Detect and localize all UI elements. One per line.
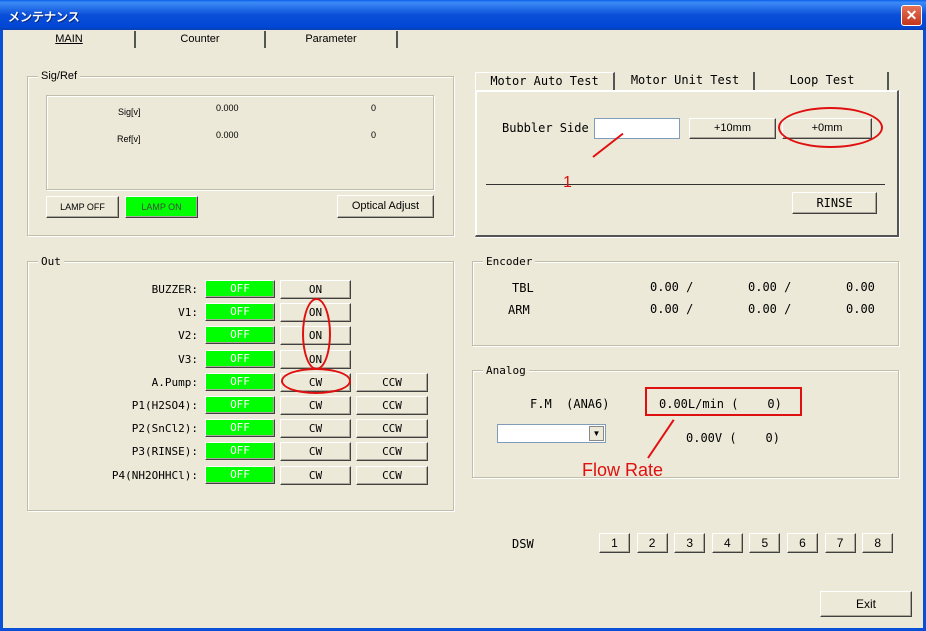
fm-label: F.M (ANA6) [530, 397, 610, 411]
tbl-value-2: 0.00 / [748, 280, 792, 294]
tab-loop-test[interactable]: Loop Test [757, 72, 889, 90]
tab-counter[interactable]: Counter [136, 31, 266, 48]
arm-value-2: 0.00 / [748, 302, 792, 316]
tbl-value-3: 0.00 [846, 280, 875, 294]
analog-select[interactable]: ▼ [497, 424, 606, 443]
out-state-button[interactable]: OFF [205, 326, 275, 344]
out-action-button-2[interactable]: CCW [356, 466, 428, 485]
sig-value: 0.000 [216, 103, 239, 113]
out-action-button-1[interactable]: CW [280, 466, 351, 485]
title-bar: メンテナンス ✕ [0, 0, 926, 30]
out-row-label: P4(NH2OHHCl): [111, 469, 198, 482]
dsw-label: DSW [512, 537, 534, 551]
tab-main-label: MAIN [55, 33, 83, 45]
dsw-button-2[interactable]: 2 [636, 533, 668, 553]
annotation-ellipse-plus0mm [778, 107, 883, 148]
out-row-label: P2(SnCl2): [131, 422, 198, 435]
out-action-button-2[interactable]: CCW [356, 419, 428, 438]
out-state-button[interactable]: OFF [205, 280, 275, 298]
lamp-on-button[interactable]: LAMP ON [125, 196, 198, 218]
sig-label: Sig[v] [118, 107, 141, 117]
annotation-ellipse-apump-cw [281, 368, 351, 394]
ref-label: Ref[v] [117, 134, 141, 144]
exit-button[interactable]: Exit [820, 591, 912, 617]
dsw-button-4[interactable]: 4 [711, 533, 743, 553]
out-state-button[interactable]: OFF [205, 396, 275, 414]
window-title: メンテナンス [8, 10, 80, 24]
dsw-button-1[interactable]: 1 [599, 533, 630, 553]
out-action-button-1[interactable]: CW [280, 396, 351, 415]
out-row-label: P3(RINSE): [131, 445, 198, 458]
out-row-label: V2: [178, 329, 198, 342]
dsw-button-5[interactable]: 5 [749, 533, 781, 553]
out-state-button[interactable]: OFF [205, 373, 275, 391]
out-row-label: V3: [178, 353, 198, 366]
ref-value: 0.000 [216, 130, 239, 140]
tab-loop-test-label: Loop Test [789, 73, 855, 87]
arm-label: ARM [508, 303, 530, 317]
tab-parameter[interactable]: Parameter [266, 31, 398, 48]
sigref-legend: Sig/Ref [38, 70, 81, 82]
out-state-button[interactable]: OFF [205, 350, 275, 368]
volt-value: 0.00V ( 0) [686, 431, 780, 445]
out-row-label: P1(H2SO4): [131, 399, 198, 412]
encoder-legend: Encoder [483, 255, 536, 268]
dsw-button-3[interactable]: 3 [674, 533, 706, 553]
annotation-number-1: 1 [563, 174, 572, 191]
out-row-label: BUZZER: [151, 283, 198, 296]
tab-motor-auto[interactable]: Motor Auto Test [475, 72, 615, 90]
tab-counter-label: Counter [180, 33, 220, 45]
tab-motor-unit-label: Motor Unit Test [630, 73, 740, 87]
dsw-button-8[interactable]: 8 [862, 533, 894, 553]
rinse-button[interactable]: RINSE [792, 192, 877, 214]
out-action-button-2[interactable]: CCW [356, 373, 428, 392]
out-action-button-1[interactable]: CW [280, 442, 351, 461]
bubbler-input[interactable] [594, 118, 680, 139]
out-state-button[interactable]: OFF [205, 466, 275, 484]
close-button[interactable]: ✕ [901, 5, 922, 26]
ref-count: 0 [371, 130, 377, 140]
out-state-button[interactable]: OFF [205, 419, 275, 437]
lamp-off-button[interactable]: LAMP OFF [46, 196, 119, 218]
optical-adjust-button[interactable]: Optical Adjust [337, 195, 434, 218]
out-action-button-1[interactable]: CW [280, 419, 351, 438]
out-action-button-2[interactable]: CCW [356, 396, 428, 415]
arm-value-1: 0.00 / [650, 302, 694, 316]
out-action-button-2[interactable]: CCW [356, 442, 428, 461]
tab-parameter-label: Parameter [305, 33, 357, 45]
tbl-value-1: 0.00 / [650, 280, 694, 294]
out-state-button[interactable]: OFF [205, 442, 275, 460]
plus10mm-button[interactable]: +10mm [689, 118, 776, 139]
annotation-box-flow [645, 387, 802, 416]
arm-value-3: 0.00 [846, 302, 875, 316]
annotation-flow-rate: Flow Rate [582, 460, 664, 480]
tab-motor-unit[interactable]: Motor Unit Test [617, 72, 755, 90]
tab-motor-auto-label: Motor Auto Test [490, 74, 599, 88]
chevron-down-icon[interactable]: ▼ [589, 426, 604, 441]
dsw-button-7[interactable]: 7 [824, 533, 856, 553]
out-row-label: A.Pump: [151, 376, 198, 389]
analog-legend: Analog [483, 364, 529, 377]
motor-divider [486, 184, 885, 185]
out-legend: Out [38, 255, 64, 268]
annotation-ellipse-v-buttons [302, 298, 331, 370]
bubbler-label: Bubbler Side [502, 121, 589, 135]
out-action-button-1[interactable]: ON [280, 280, 351, 299]
tab-main[interactable]: MAIN [4, 31, 136, 48]
out-row-label: V1: [178, 306, 198, 319]
sig-count: 0 [371, 103, 377, 113]
out-state-button[interactable]: OFF [205, 303, 275, 321]
dsw-button-6[interactable]: 6 [787, 533, 818, 553]
tbl-label: TBL [512, 281, 534, 295]
